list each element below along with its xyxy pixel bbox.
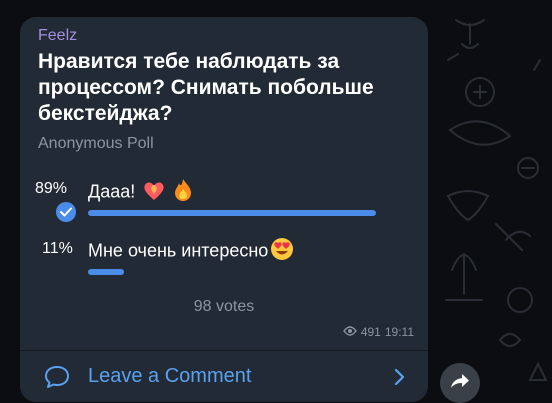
poll-message-card: Feelz Нравится тебе наблюдать за процесс… xyxy=(20,17,428,402)
share-arrow-icon xyxy=(450,372,470,395)
leave-comment-button[interactable]: Leave a Comment xyxy=(20,351,428,402)
option-result-bar xyxy=(88,269,124,275)
option-percent: 11% xyxy=(42,240,73,257)
option-result-bar xyxy=(88,210,376,216)
eye-icon xyxy=(342,325,357,339)
poll-question: Нравится тебе наблюдать за процессом? Сн… xyxy=(38,50,374,125)
option-label: Мне очень интересно xyxy=(88,240,269,261)
option-percent: 89% xyxy=(35,180,68,197)
view-count: 491 xyxy=(360,325,381,339)
option-label-row: Дааа! xyxy=(88,178,193,207)
comment-bubble-icon xyxy=(44,365,70,389)
message-meta: 491 19:11 xyxy=(342,325,414,339)
selected-check-icon xyxy=(56,202,76,222)
heart-eyes-icon xyxy=(270,237,294,266)
share-button[interactable] xyxy=(440,363,480,403)
message-time: 19:11 xyxy=(384,325,414,339)
option-label-row: Мне очень интересно xyxy=(88,237,294,266)
fire-icon xyxy=(173,178,193,207)
option-label: Дааа! xyxy=(88,181,136,202)
sender-name[interactable]: Feelz xyxy=(38,27,77,45)
leave-comment-label: Leave a Comment xyxy=(88,365,252,387)
vote-count[interactable]: 98 votes xyxy=(20,298,428,316)
heart-on-fire-icon xyxy=(142,179,166,206)
poll-type-label: Anonymous Poll xyxy=(38,135,154,152)
chevron-right-icon xyxy=(394,367,406,387)
